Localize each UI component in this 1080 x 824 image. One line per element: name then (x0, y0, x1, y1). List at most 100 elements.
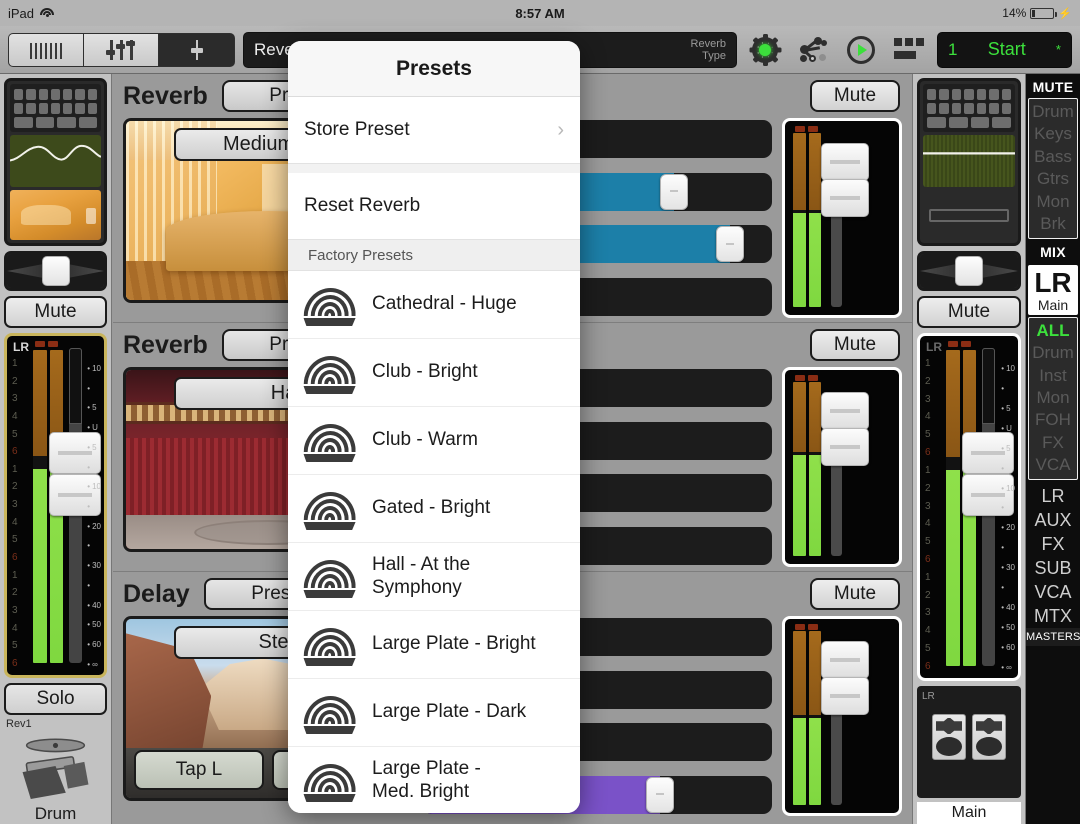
eq-curve-icon[interactable] (10, 135, 101, 187)
view-group-fx[interactable]: FX (1029, 432, 1077, 454)
view-group-drum[interactable]: Drum (1029, 342, 1077, 364)
snapshot-number: 1 (948, 39, 958, 59)
mute-group-brk[interactable]: Brk (1029, 213, 1077, 235)
view-group-all[interactable]: ALL (1029, 320, 1077, 342)
main-lr-label: LR (922, 691, 935, 702)
right-meter-fader[interactable]: LR 123456 123456 123456 105U510203040506… (917, 333, 1021, 681)
fx-mute-button[interactable]: Mute (810, 329, 900, 361)
compressor-icon[interactable] (923, 190, 1015, 240)
right-channel-name: Main (917, 802, 1021, 824)
speaker-right-icon (972, 714, 1006, 760)
preset-item[interactable]: Gated - Bright (288, 475, 580, 543)
reset-reverb-row[interactable]: Reset Reverb (288, 173, 580, 240)
preset-item[interactable]: Large Plate - Med. Bright (288, 747, 580, 813)
fx-meter-column (782, 616, 902, 816)
tap-left-button[interactable]: Tap L (134, 750, 264, 790)
preset-label: Gated - Bright (372, 497, 491, 519)
snapshot-button[interactable]: 1 Start * (937, 31, 1072, 68)
left-mute-button[interactable]: Mute (4, 296, 107, 328)
mute-group-drum[interactable]: Drum (1029, 101, 1077, 123)
fx-mute-button[interactable]: Mute (810, 80, 900, 112)
left-solo-button[interactable]: Solo (4, 683, 107, 715)
segment-mixer-view[interactable] (84, 33, 159, 66)
segment-single-fader-view[interactable] (159, 33, 234, 66)
fx-title: Reverb (123, 330, 208, 359)
bus-mtx[interactable]: MTX (1026, 604, 1080, 628)
fader-knob-b[interactable] (821, 179, 869, 217)
store-preset-row[interactable]: Store Preset › (288, 97, 580, 164)
left-meter-fader[interactable]: LR 123456 123456 123456 105U510203040506… (4, 333, 107, 678)
right-mute-button[interactable]: Mute (917, 296, 1021, 328)
preset-label: Large Plate - Dark (372, 701, 527, 723)
bus-fx[interactable]: FX (1026, 532, 1080, 556)
settings-gear-button[interactable] (745, 31, 785, 69)
reset-reverb-label: Reset Reverb (304, 195, 421, 216)
fx-meter[interactable] (782, 118, 902, 318)
bus-type-list[interactable]: LR AUX FX SUB VCA MTX (1026, 480, 1080, 629)
bus-vca[interactable]: VCA (1026, 580, 1080, 604)
view-layout-button[interactable] (889, 31, 929, 69)
mute-group-keys[interactable]: Keys (1029, 123, 1077, 145)
reverb-dome-icon (301, 284, 358, 326)
preset-item[interactable]: Club - Bright (288, 339, 580, 407)
view-groups-list[interactable]: ALL Drum Inst Mon FOH FX VCA (1028, 316, 1078, 480)
preset-item[interactable]: Large Plate - Bright (288, 611, 580, 679)
bus-sub[interactable]: SUB (1026, 556, 1080, 580)
routing-button[interactable] (793, 31, 833, 69)
pan-knob[interactable] (955, 256, 983, 286)
fader-knob-a[interactable] (821, 392, 869, 430)
slider-knob[interactable] (660, 173, 689, 210)
reverb-dome-icon (301, 760, 358, 802)
fader-knob-a[interactable] (821, 641, 869, 679)
preset-label: Large Plate - Med. Bright (372, 758, 481, 802)
view-group-mon[interactable]: Mon (1029, 387, 1077, 409)
fx-mute-button[interactable]: Mute (810, 578, 900, 610)
view-group-vca[interactable]: VCA (1029, 454, 1077, 476)
reverb-dome-icon (301, 556, 358, 598)
masters-button[interactable]: MASTERS (1026, 628, 1080, 647)
gate-grid-icon[interactable] (10, 84, 101, 132)
eq-flat-icon[interactable] (923, 135, 1015, 187)
bus-lr[interactable]: LR (1026, 484, 1080, 508)
pan-control[interactable] (4, 251, 107, 291)
play-circle-icon (847, 35, 875, 64)
mute-groups-list[interactable]: Drum Keys Bass Gtrs Mon Brk (1028, 98, 1078, 239)
clip-leds (35, 341, 58, 347)
bus-aux[interactable]: AUX (1026, 508, 1080, 532)
factory-presets-list: Cathedral - Huge Club - Bright Club - Wa… (288, 271, 580, 813)
fader-knob-a[interactable] (821, 143, 869, 181)
fx-meter[interactable] (782, 616, 902, 816)
fader-knob-b[interactable] (821, 677, 869, 715)
reverb-dome-icon (301, 488, 358, 530)
preset-item[interactable]: Hall - At the Symphony (288, 543, 580, 611)
preset-item[interactable]: Club - Warm (288, 407, 580, 475)
main-speakers-icon (932, 714, 1006, 760)
fx-meter[interactable] (782, 367, 902, 567)
fx-mute-wrap: Mute (810, 329, 900, 361)
left-processing-block[interactable] (4, 78, 107, 246)
mute-group-mon[interactable]: Mon (1029, 191, 1077, 213)
selected-mix-panel[interactable]: LR Main (1028, 264, 1078, 315)
view-group-inst[interactable]: Inst (1029, 365, 1077, 387)
room-image-thumbnail[interactable] (10, 190, 101, 240)
view-segmented-control[interactable] (8, 32, 235, 67)
slider-knob[interactable] (716, 226, 745, 263)
slider-knob[interactable] (646, 776, 675, 813)
eq-curve-svg (10, 144, 101, 162)
channel-bars-icon (29, 41, 63, 59)
pan-control[interactable] (917, 251, 1021, 291)
view-group-foh[interactable]: FOH (1029, 409, 1077, 431)
mute-group-bass[interactable]: Bass (1029, 146, 1077, 168)
preset-item[interactable]: Large Plate - Dark (288, 679, 580, 747)
single-fader-icon (190, 39, 204, 60)
record-playback-button[interactable] (841, 31, 881, 69)
level-meter-bars (793, 631, 821, 805)
right-processing-block[interactable] (917, 78, 1021, 246)
gate-grid-icon[interactable] (923, 84, 1015, 132)
pan-knob[interactable] (41, 256, 70, 286)
fader-knob-b[interactable] (821, 428, 869, 466)
reverb-dome-icon (301, 420, 358, 462)
preset-item[interactable]: Cathedral - Huge (288, 271, 580, 339)
mute-group-gtrs[interactable]: Gtrs (1029, 168, 1077, 190)
segment-channels-view[interactable] (9, 33, 84, 66)
